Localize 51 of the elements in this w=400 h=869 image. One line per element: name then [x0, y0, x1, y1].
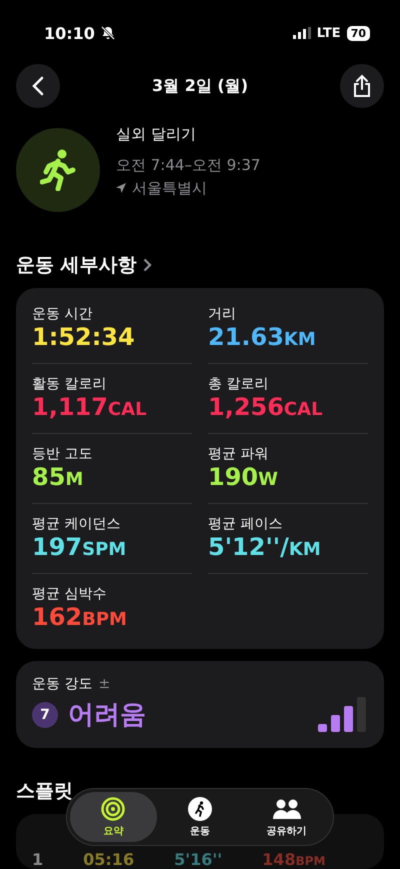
metric-value: 1,117CAL	[32, 393, 148, 421]
metric-value: 162BPM	[32, 603, 128, 631]
intensity-rating: 어려움	[68, 699, 146, 732]
metric-label: 거리	[208, 305, 237, 323]
workout-location: 서울특별시	[132, 178, 207, 198]
metric-label: 활동 칼로리	[32, 375, 108, 393]
network-label: LTE	[316, 26, 341, 40]
metric-label: 평균 심박수	[32, 585, 108, 603]
back-chevron-icon	[32, 76, 44, 96]
split-heart-rate: 148BPM	[262, 850, 326, 869]
share-icon	[352, 74, 372, 98]
metric-label: 평균 페이스	[208, 515, 284, 533]
metric-label: 평균 파워	[208, 445, 270, 463]
location-arrow-icon	[116, 183, 126, 193]
section-title[interactable]: 운동 세부사항	[16, 252, 137, 278]
split-pace: 5'16''	[174, 850, 222, 869]
people-icon	[272, 796, 302, 820]
metric-value: 21.63KM	[208, 323, 317, 351]
metric-value: 1:52:34	[32, 323, 136, 351]
metric-value: 85M	[32, 463, 84, 491]
metric-label: 총 칼로리	[208, 375, 270, 393]
workout-time: 오전 7:44–오전 9:37	[116, 156, 260, 174]
metric-label: 운동 시간	[32, 305, 94, 323]
metric-value: 190W	[208, 463, 279, 491]
intensity-card[interactable]: 운동 강도 ± 7 어려움	[16, 661, 384, 748]
adjust-label: ±	[98, 676, 110, 692]
metric-value: 5'12''/KM	[208, 533, 322, 561]
tab[interactable]: 운동	[156, 792, 244, 842]
chevron-right-icon	[142, 258, 152, 272]
runner-icon	[188, 796, 212, 820]
metric-label: 등반 고도	[32, 445, 94, 463]
runner-icon	[40, 149, 76, 191]
metric-value: 1,256CAL	[208, 393, 324, 421]
split-index: 1	[32, 850, 44, 869]
tab[interactable]: 공유하기	[243, 792, 330, 842]
status-time: 10:10	[44, 24, 95, 42]
split-time: 05:16	[83, 850, 134, 869]
workout-name: 실외 달리기	[116, 124, 197, 144]
tab[interactable]: 요약	[70, 792, 157, 842]
intensity-label: 운동 강도	[32, 675, 92, 693]
intensity-score: 7	[32, 702, 58, 728]
signal-icon	[292, 27, 311, 39]
battery-level: 70	[346, 26, 370, 40]
metric-label: 평균 케이던스	[32, 515, 122, 533]
section-title[interactable]: 스플릿	[16, 778, 73, 804]
share-button[interactable]	[340, 64, 384, 108]
metric-value: 197SPM	[32, 533, 128, 561]
bell-slash-icon	[100, 26, 115, 40]
back-button[interactable]	[16, 64, 60, 108]
date-title: 3월 2일 (월)	[152, 76, 248, 96]
rings-icon	[101, 796, 126, 820]
